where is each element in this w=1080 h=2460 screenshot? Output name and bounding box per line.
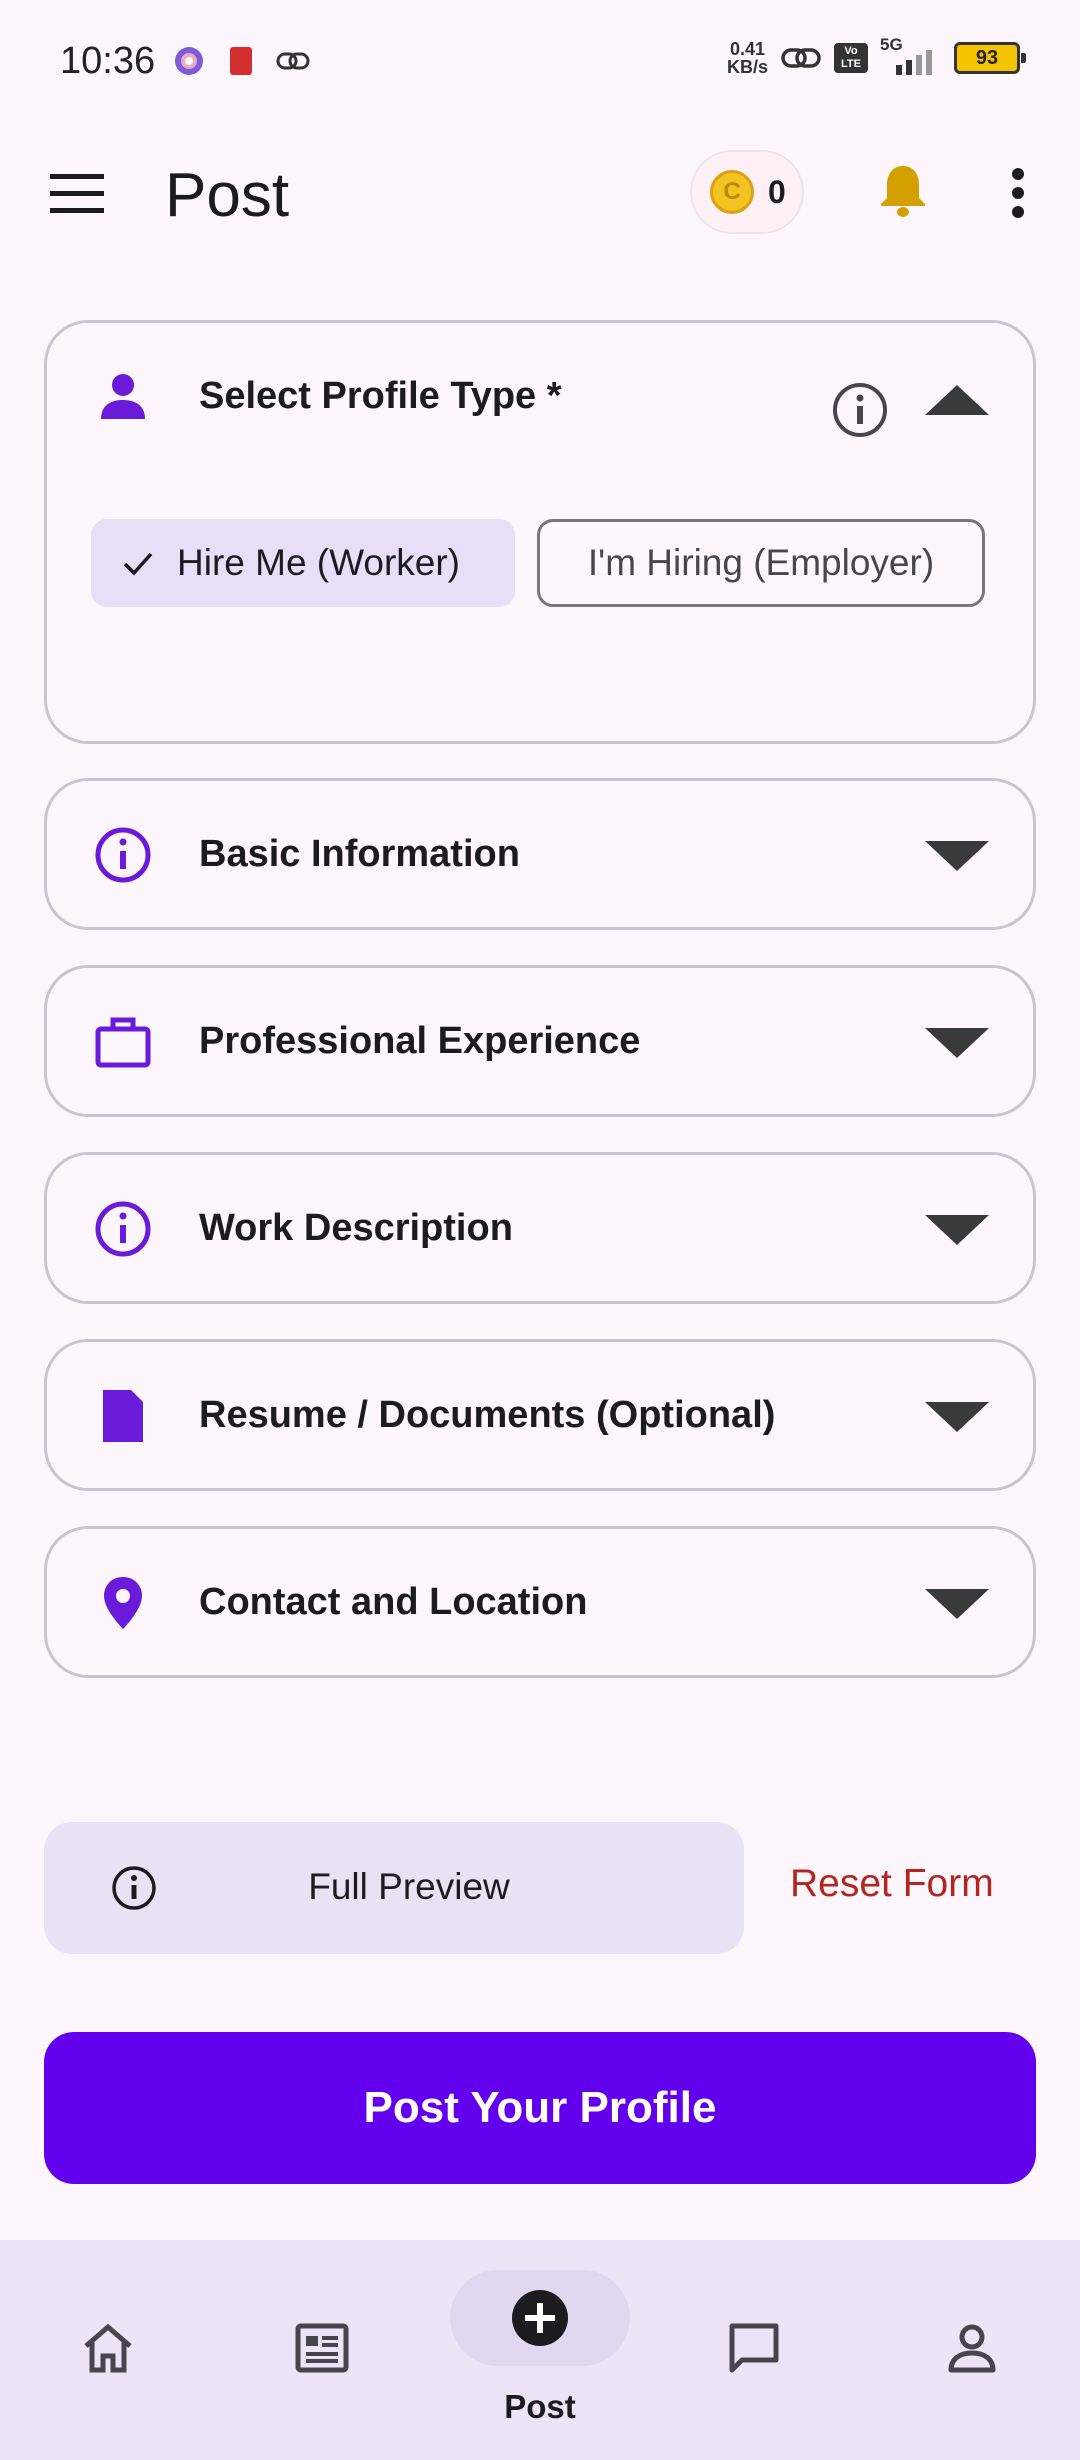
browser-app-icon [175, 47, 203, 75]
document-icon [103, 1390, 143, 1442]
status-bar: 10:36 0.41 KB/s Vo LTE 5G 93 [0, 0, 1080, 130]
app-notification-icon [230, 47, 252, 75]
more-options-button[interactable] [1006, 168, 1030, 218]
section-title: Contact and Location [199, 1581, 588, 1623]
status-time: 10:36 [60, 40, 156, 82]
section-title: Basic Information [199, 833, 520, 875]
coin-icon: C [710, 170, 754, 214]
coin-count: 0 [768, 173, 786, 210]
net-speed-unit: KB/s [726, 57, 768, 77]
app-bar: Post C 0 [0, 140, 1080, 250]
volte-icon: Vo LTE [834, 43, 868, 73]
person-icon [101, 374, 145, 419]
worker-chip-label: Hire Me (Worker) [177, 542, 460, 583]
nav-profile[interactable] [864, 2240, 1080, 2460]
expand-arrow-icon [925, 1402, 989, 1432]
coin-balance-button[interactable]: C 0 [690, 150, 804, 234]
post-profile-button[interactable]: Post Your Profile [44, 2032, 1036, 2184]
signal-icon: 5G [880, 35, 942, 75]
expand-arrow-icon [925, 841, 989, 871]
notifications-button[interactable] [878, 162, 928, 218]
expand-arrow-icon [925, 1028, 989, 1058]
full-preview-label: Full Preview [308, 1866, 510, 1907]
link-icon [276, 52, 310, 70]
expand-arrow-icon [925, 1589, 989, 1619]
contact-location-section[interactable]: Contact and Location [44, 1526, 1036, 1678]
profile-icon [948, 2324, 996, 2373]
reset-form-button[interactable]: Reset Form [790, 1862, 994, 1906]
collapse-arrow-icon [925, 385, 989, 415]
hotspot-link-icon [781, 48, 821, 68]
menu-button[interactable] [50, 172, 104, 216]
nav-post[interactable] [432, 2240, 648, 2460]
profile-type-card: Select Profile Type * Hire Me (Worker) I… [44, 320, 1036, 744]
employer-chip-label: I'm Hiring (Employer) [587, 542, 935, 583]
status-right-icons: 0.41 KB/s Vo LTE 5G 93 [727, 35, 1026, 76]
profile-type-title: Select Profile Type * [199, 375, 562, 417]
news-icon [295, 2323, 349, 2373]
professional-experience-section[interactable]: Professional Experience [44, 965, 1036, 1117]
bell-icon [881, 166, 925, 217]
profile-type-header[interactable]: Select Profile Type * [47, 323, 1033, 471]
briefcase-icon [95, 1017, 151, 1068]
info-icon [95, 827, 151, 883]
nav-home[interactable] [0, 2240, 216, 2460]
section-title: Professional Experience [199, 1020, 641, 1062]
work-description-section[interactable]: Work Description [44, 1152, 1036, 1304]
employer-chip[interactable]: I'm Hiring (Employer) [537, 519, 985, 607]
info-icon[interactable] [831, 381, 889, 439]
nav-messages[interactable] [648, 2240, 864, 2460]
full-preview-button[interactable]: Full Preview [44, 1822, 744, 1954]
expand-arrow-icon [925, 1215, 989, 1245]
net-speed: 0.41 KB/s [727, 40, 768, 76]
page-title: Post [165, 161, 290, 230]
status-notification-icons [172, 44, 310, 78]
home-icon [84, 2323, 132, 2373]
nav-listings[interactable] [216, 2240, 432, 2460]
basic-information-section[interactable]: Basic Information [44, 778, 1036, 930]
section-title: Work Description [199, 1207, 513, 1249]
section-title: Resume / Documents (Optional) [199, 1394, 776, 1436]
more-vert-icon [1012, 168, 1024, 218]
chat-icon [729, 2323, 779, 2373]
menu-icon [50, 174, 104, 213]
add-circle-icon [512, 2290, 568, 2346]
check-icon [123, 552, 153, 576]
bottom-navigation: Post [0, 2240, 1080, 2460]
battery-indicator: 93 [954, 42, 1026, 74]
net-speed-value: 0.41 [729, 39, 766, 59]
screen: 10:36 0.41 KB/s Vo LTE 5G 93 Post C 0 Se… [0, 0, 1080, 2460]
info-icon [95, 1201, 151, 1257]
resume-documents-section[interactable]: Resume / Documents (Optional) [44, 1339, 1036, 1491]
location-pin-icon [104, 1577, 142, 1629]
worker-chip[interactable]: Hire Me (Worker) [91, 519, 515, 607]
